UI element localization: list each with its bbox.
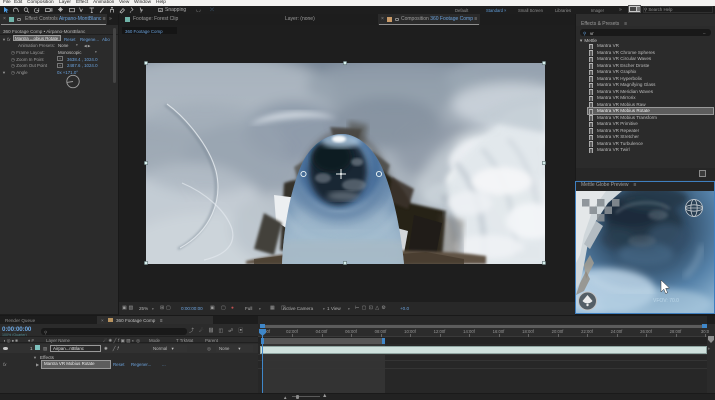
svg-text:VFOV: 70.0: VFOV: 70.0 (653, 298, 679, 304)
